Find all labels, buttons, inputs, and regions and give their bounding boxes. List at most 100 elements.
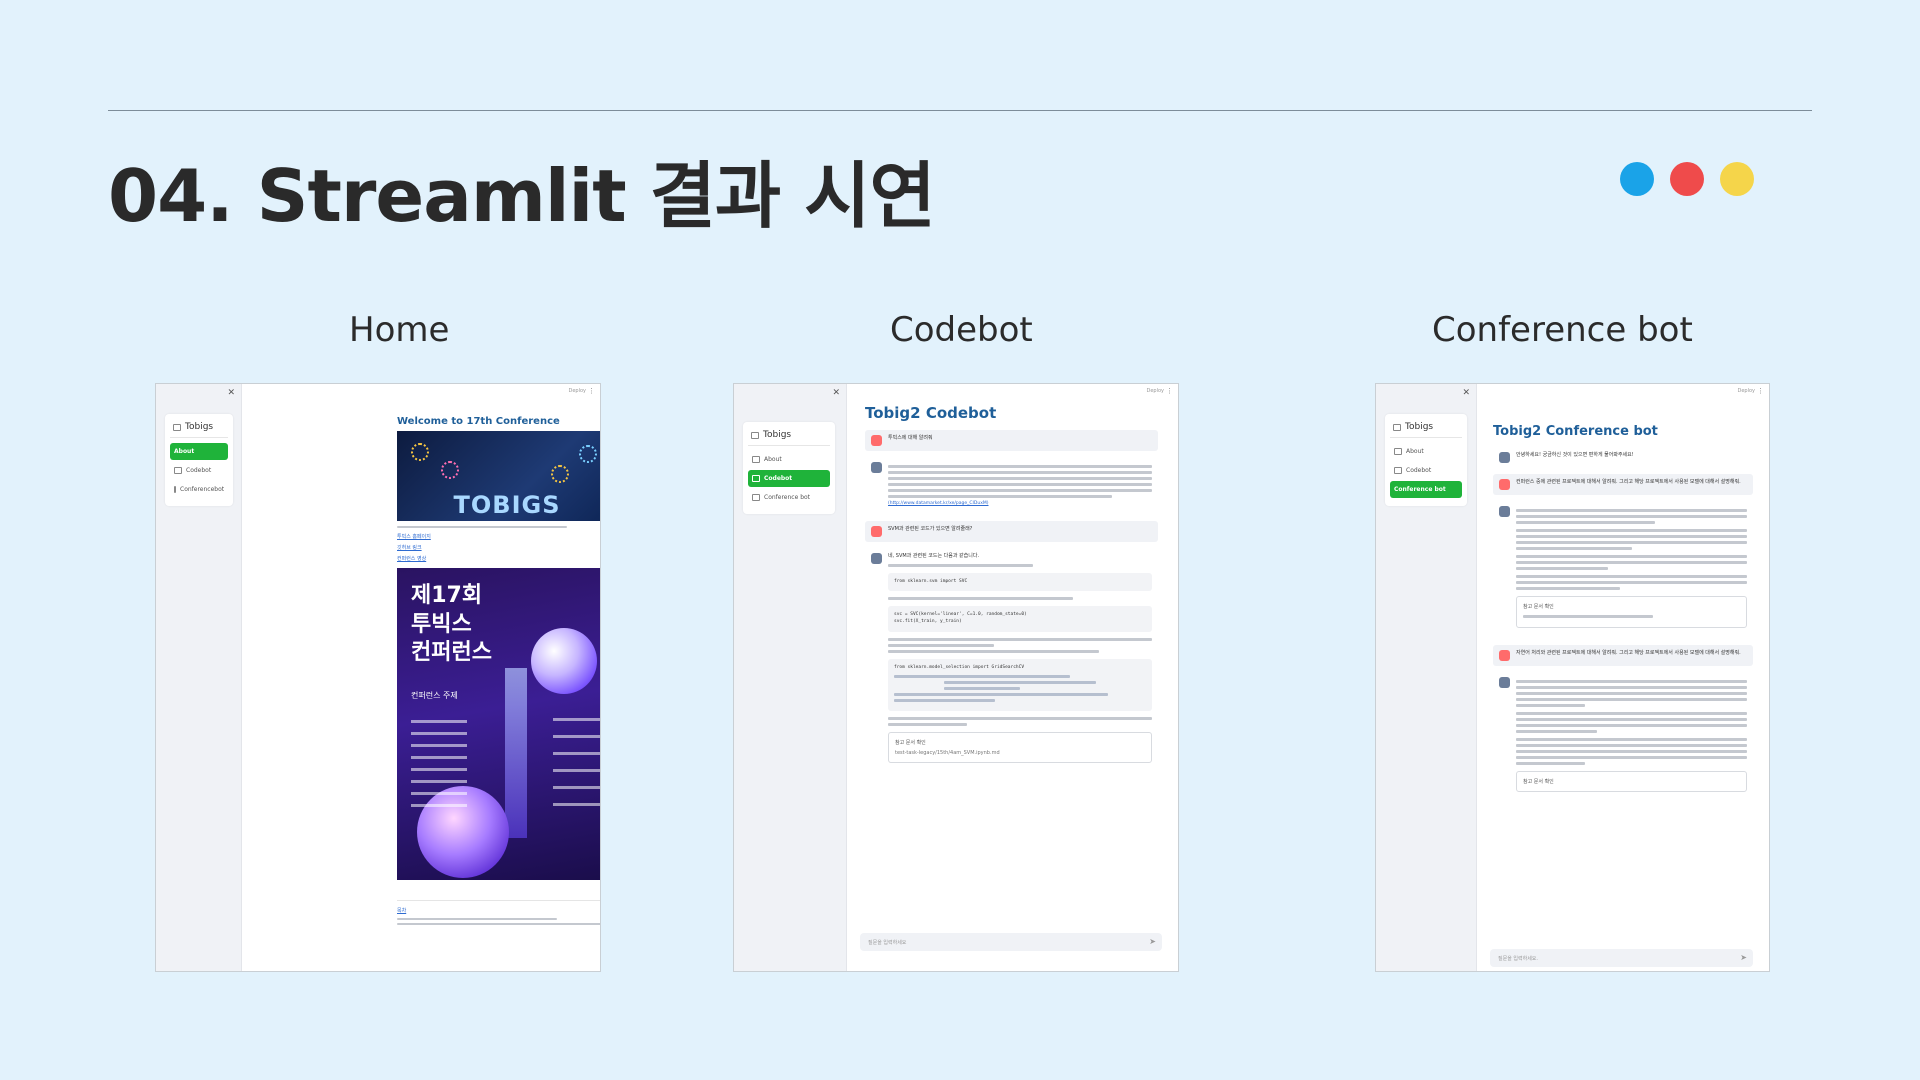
nav-codebot[interactable]: Codebot [1390, 462, 1462, 479]
chat-placeholder: 질문을 입력하세요. [1498, 956, 1538, 962]
sidebar-title: Tobigs [1405, 422, 1434, 432]
close-icon[interactable]: ✕ [832, 388, 840, 398]
nav-about[interactable]: About [1390, 443, 1462, 460]
code-block: from sklearn.model_selection import Grid… [888, 658, 1152, 711]
chat-placeholder: 질문을 입력하세요 [868, 940, 907, 946]
text-line [1516, 535, 1747, 538]
nav-about[interactable]: About [170, 443, 228, 460]
code-block: svc = SVC(kernel='linear', C=1.0, random… [888, 606, 1152, 632]
text-line [1516, 509, 1747, 512]
sidebar-header: Tobigs [170, 420, 228, 438]
text-line [1516, 680, 1747, 683]
decoration-dots [1620, 162, 1754, 196]
bot-message: (http://www.datamarket.kr/xe/page_CIDuxM… [865, 457, 1158, 515]
chat-input[interactable]: 질문을 입력하세요 ➤ [860, 933, 1162, 951]
nav-conference-bot[interactable]: Conference bot [1390, 481, 1462, 498]
code-line [894, 674, 1071, 678]
home-sidebar: ✕ Tobigs About Codebot Conferencebot [156, 384, 242, 971]
chat-input[interactable]: 질문을 입력하세요. ➤ [1490, 949, 1753, 967]
text-line [1516, 738, 1747, 741]
user-avatar [871, 526, 882, 537]
bot-message: 안녕하세요! 궁금하신 것이 있으면 편하게 물어봐주세요! [1493, 447, 1753, 468]
text-line [888, 597, 1073, 601]
menu-icon [173, 423, 181, 431]
conference-sidebar: ✕ Tobigs About Codebot Conference bot [1376, 384, 1477, 971]
top-divider [108, 110, 1812, 111]
text-line [1516, 529, 1747, 532]
user-avatar [1499, 650, 1510, 661]
nav-conferencebot[interactable]: Conferencebot [170, 481, 228, 498]
link-toc[interactable]: 목차 [397, 907, 600, 914]
nav-label: About [174, 448, 195, 455]
spark-decoration [411, 443, 429, 461]
code-line [944, 680, 1096, 684]
poster-subheading: 컨퍼런스 주제 [411, 691, 458, 700]
nav-codebot[interactable]: Codebot [170, 462, 228, 479]
sidebar-title: Tobigs [763, 430, 792, 440]
nav-conference-bot[interactable]: Conference bot [748, 489, 830, 506]
conference-bot-label: Conference bot [1432, 310, 1693, 350]
reference-expander[interactable]: 참고 문서 확인 [1516, 596, 1747, 628]
reference-expander[interactable]: 참고 문서 확인 [1516, 771, 1747, 792]
text-line [1516, 730, 1597, 733]
nav-label: About [1406, 448, 1424, 455]
text-line [888, 477, 1152, 480]
bot-avatar [871, 462, 882, 473]
code-line: from sklearn.model_selection import Grid… [894, 664, 1025, 670]
slide-title: 04. Streamlit 결과 시연 [108, 154, 936, 238]
close-icon[interactable]: ✕ [1462, 388, 1470, 398]
send-icon[interactable]: ➤ [1149, 937, 1156, 946]
codebot-nav-card: Tobigs About Codebot Conference bot [743, 422, 835, 514]
link-github[interactable]: 깃허브 링크 [397, 544, 600, 551]
conference-main: Tobig2 Conference bot 안녕하세요! 궁금하신 것이 있으면… [1477, 384, 1769, 971]
text-line [1516, 724, 1747, 727]
dot-red [1670, 162, 1704, 196]
codebot-main: Tobig2 Codebot 투빅스에 대해 알려줘 (http://www.d… [847, 384, 1178, 971]
poster-heading: 제17회 투빅스 컨퍼런스 [411, 583, 492, 666]
message-text: SVM과 관련된 코드가 있으면 알려줄래? [888, 526, 973, 532]
reference-expander[interactable]: 참고 문서 확인 test-task-legacy/15th/4am_SVM.ip… [888, 731, 1152, 763]
text-line [1516, 555, 1747, 558]
user-message: SVM과 관련된 코드가 있으면 알려줄래? [865, 521, 1158, 542]
banner-caption [397, 526, 600, 528]
home-footer: 목차 [397, 900, 600, 925]
text-line [1516, 561, 1747, 564]
text-line [1516, 750, 1747, 753]
text-line [1516, 692, 1747, 695]
bot-message-body: 참고 문서 확인 [1516, 506, 1747, 634]
send-icon[interactable]: ➤ [1740, 953, 1747, 962]
nav-label: Codebot [764, 475, 793, 482]
message-text: 자연어 처리와 관련된 프로젝트에 대해서 알려줘. 그리고 해당 프로젝트에서… [1516, 650, 1741, 656]
poster-right-text [553, 718, 600, 820]
text-line [1516, 744, 1747, 747]
datamarket-link[interactable]: (http://www.datamarket.kr/xe/page_CIDuxM… [888, 501, 1152, 506]
user-message: 투빅스에 대해 알려줘 [865, 430, 1158, 451]
code-icon [1394, 467, 1402, 474]
text-line [888, 465, 1152, 468]
text-line [888, 489, 1152, 492]
code-line: from sklearn.svm import SVC [894, 578, 968, 584]
text-line [888, 716, 1152, 720]
nav-label: Codebot [186, 467, 212, 474]
text-line [1516, 587, 1620, 590]
user-avatar [871, 435, 882, 446]
text-line [1516, 575, 1747, 578]
bot-message: 네, SVM과 관련된 코드는 다음과 같습니다. from sklearn.s… [865, 548, 1158, 774]
text-line [1516, 581, 1747, 584]
nav-codebot[interactable]: Codebot [748, 470, 830, 487]
close-icon[interactable]: ✕ [227, 388, 235, 398]
text-line [1516, 515, 1747, 518]
caption-line [397, 526, 567, 528]
user-message: 컨퍼런스 중에 관련된 프로젝트에 대해서 알려줘. 그리고 해당 프로젝트에서… [1493, 474, 1753, 495]
text-line [1516, 756, 1747, 759]
link-video[interactable]: 컨퍼런스 영상 [397, 555, 600, 562]
conference-bot-screenshot: ✕ Tobigs About Codebot Conference bot De… [1375, 383, 1770, 972]
poster-orb [531, 628, 597, 694]
expander-line [1523, 615, 1654, 618]
footer-line [397, 923, 600, 925]
text-line [888, 471, 1152, 474]
home-main: Welcome to 17th Conference TOBIGS 투빅스 홈페… [242, 384, 600, 971]
nav-about[interactable]: About [748, 451, 830, 468]
link-homepage[interactable]: 투빅스 홈페이지 [397, 533, 600, 540]
user-message: 자연어 처리와 관련된 프로젝트에 대해서 알려줘. 그리고 해당 프로젝트에서… [1493, 645, 1753, 666]
